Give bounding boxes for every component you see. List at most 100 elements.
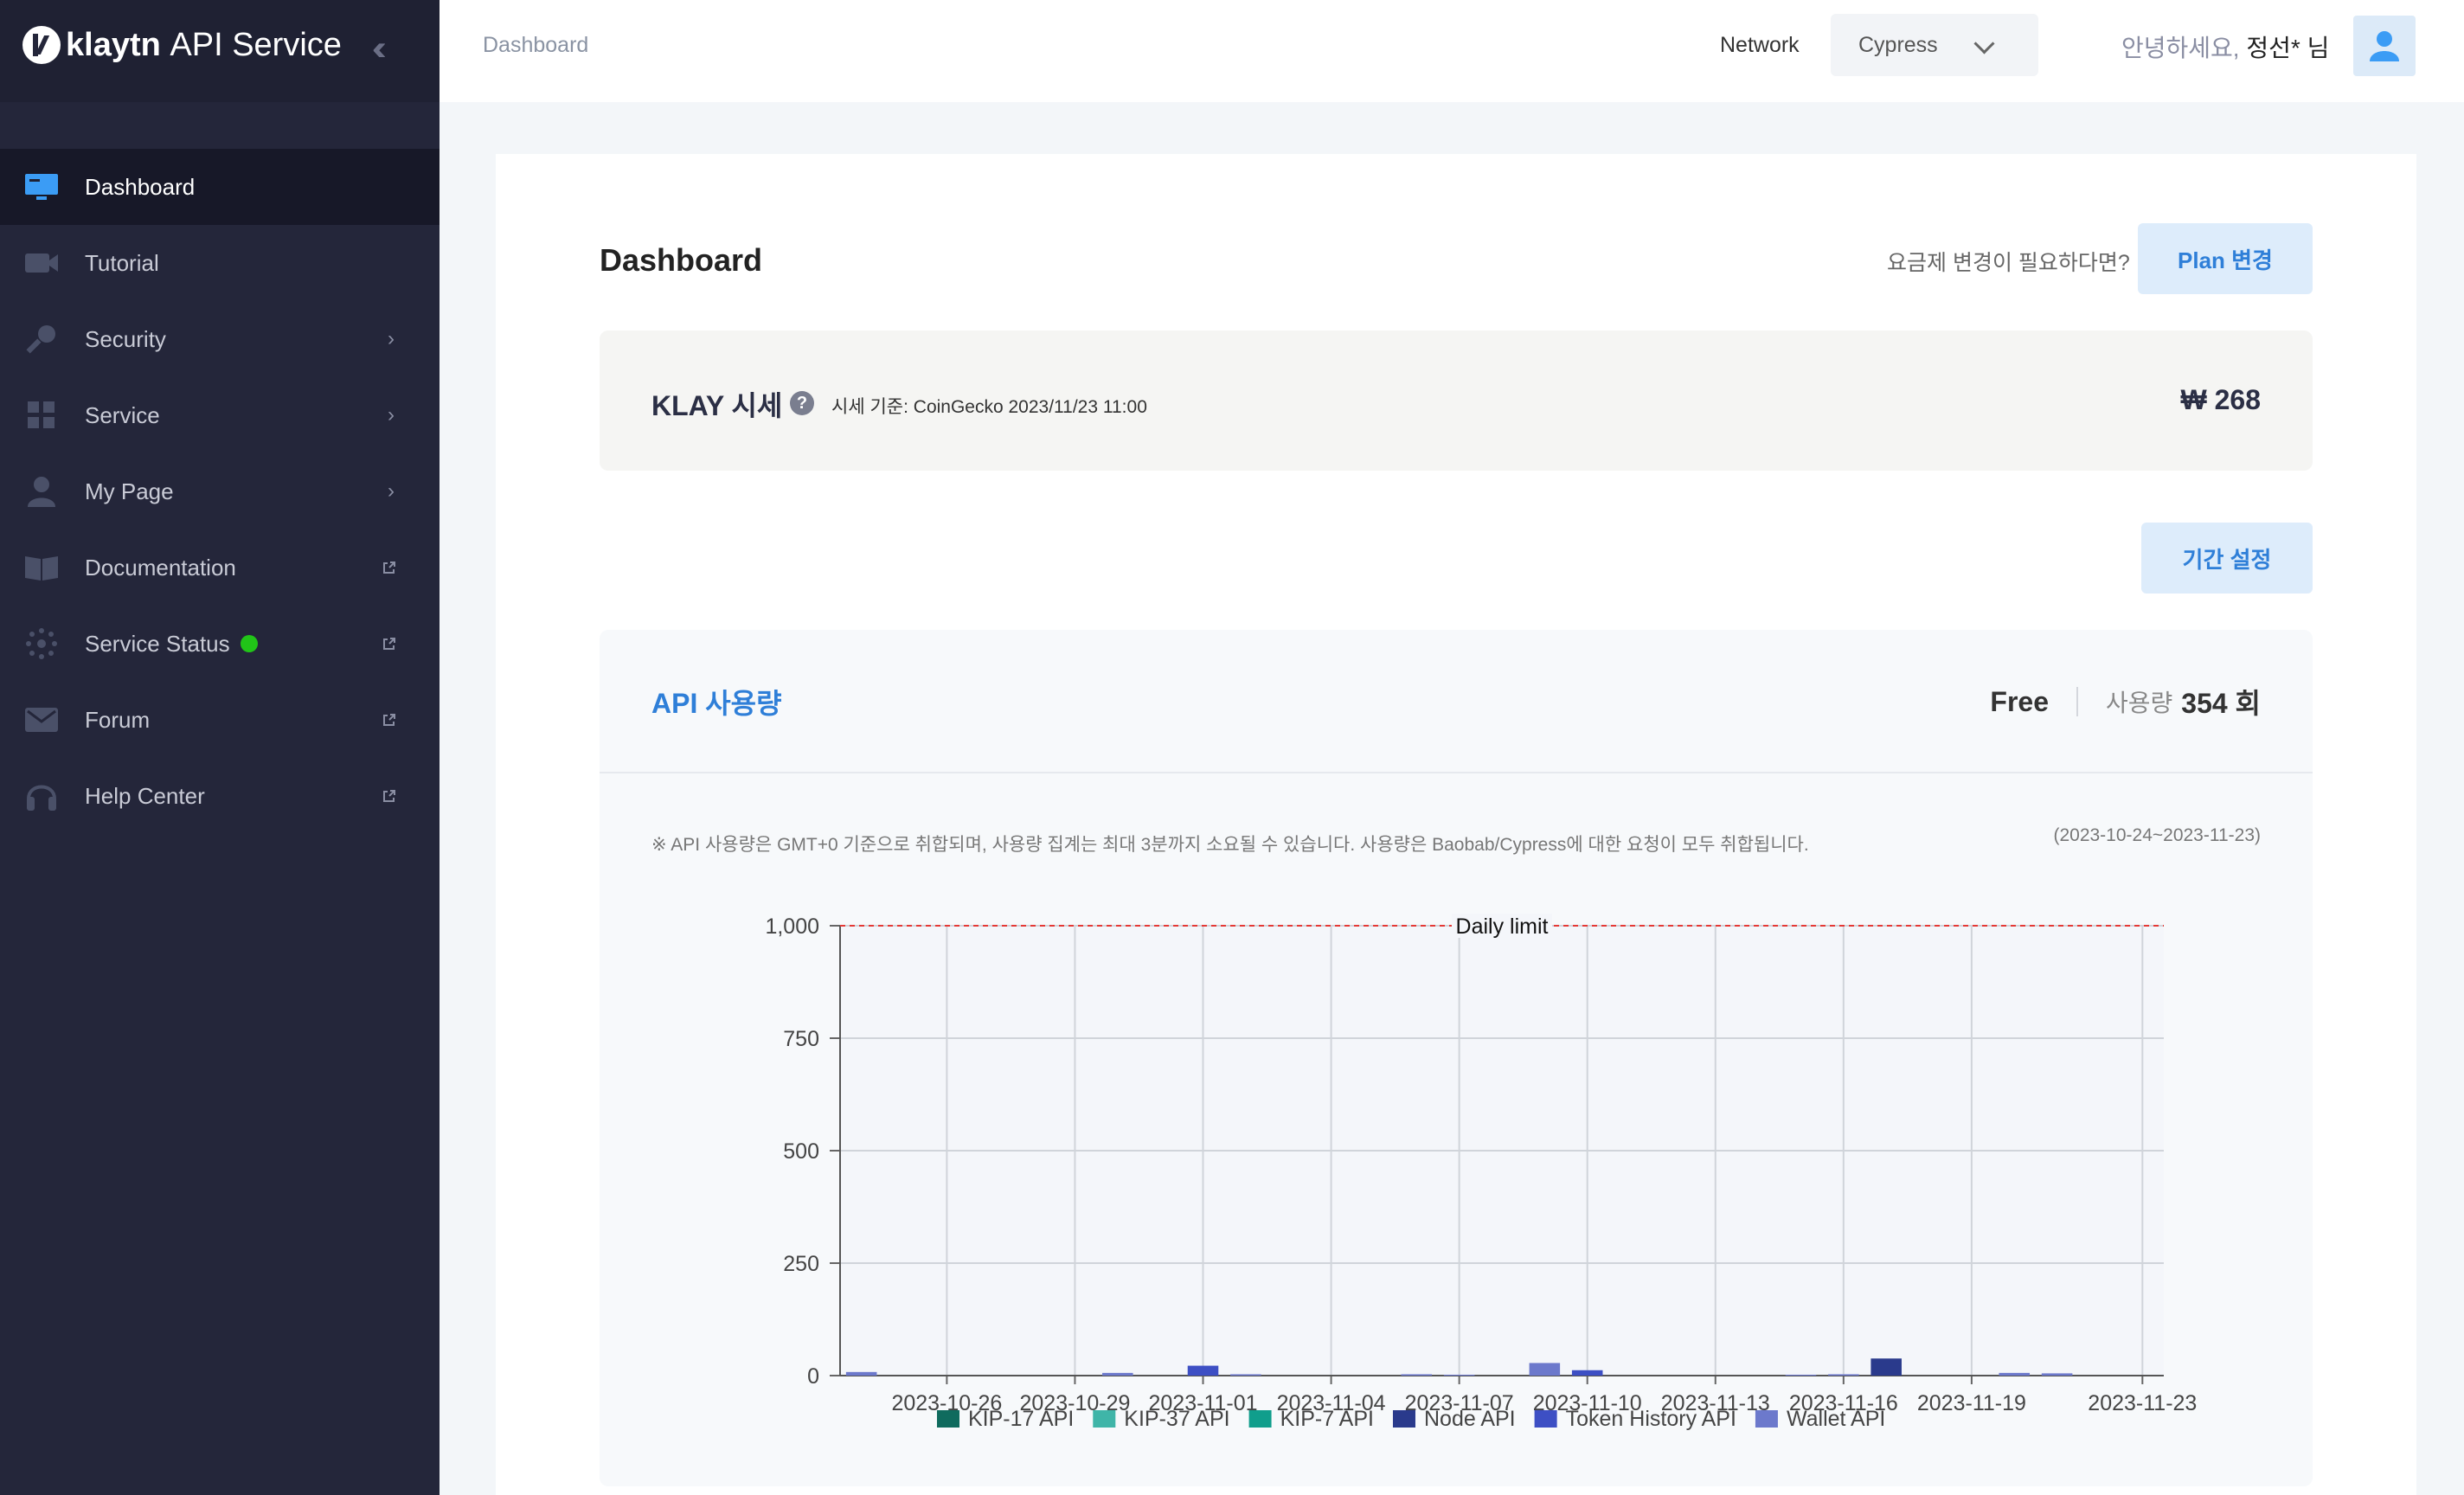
bar — [1187, 1365, 1219, 1376]
sidebar: klaytn API Service ‹‹ Dashboard Tutorial… — [0, 0, 440, 1495]
usage-count-label: 사용량 — [2105, 690, 2173, 716]
sidebar-item-label: Forum — [85, 706, 151, 733]
help-icon[interactable]: ? — [790, 391, 814, 415]
status-indicator-dot — [240, 635, 258, 652]
grid-icon — [24, 398, 59, 433]
usage-chart: 02505007501,0002023-10-26 2023-10-29 2023-… — [765, 914, 2197, 1431]
logo-text: klaytn — [66, 26, 161, 63]
sidebar-item-help-center[interactable]: Help Center — [0, 758, 440, 834]
sidebar-item-forum[interactable]: Forum — [0, 682, 440, 758]
legend-swatch — [1755, 1410, 1778, 1428]
logo[interactable]: klaytn API Service — [22, 26, 342, 64]
chevron-right-icon: › — [388, 403, 395, 427]
greeting-text: 안녕하세요, — [2121, 35, 2240, 61]
usage-title: API 사용량 — [651, 688, 782, 719]
sidebar-item-dashboard[interactable]: Dashboard — [0, 149, 440, 225]
top-header: Dashboard Network Cypress 안녕하세요, 정선* 님 — [440, 0, 2464, 102]
chevron-right-icon: › — [388, 327, 395, 350]
bar — [1230, 1374, 1261, 1376]
external-link-icon — [383, 561, 395, 574]
legend-swatch — [937, 1410, 959, 1428]
legend-label: Node API — [1424, 1407, 1516, 1431]
sidebar-item-service-status[interactable]: Service Status — [0, 606, 440, 682]
bar — [1571, 1370, 1603, 1376]
usage-date-range: (2023-10-24~2023-11-23) — [2053, 825, 2261, 845]
logo-suffix: API Service — [170, 26, 342, 63]
price-title: KLAY 시세 — [651, 390, 783, 421]
bar — [1785, 1374, 1817, 1376]
sidebar-item-label: Help Center — [85, 782, 205, 809]
key-icon — [24, 322, 59, 356]
network-label: Network — [1720, 33, 1800, 57]
external-link-icon — [383, 714, 395, 726]
forum-icon — [24, 703, 59, 737]
network-selected-value: Cypress — [1858, 32, 1938, 57]
headset-icon — [24, 779, 59, 813]
bar — [1401, 1374, 1433, 1376]
video-icon — [24, 246, 59, 280]
network-select[interactable]: Cypress — [1831, 14, 2038, 76]
sidebar-item-security[interactable]: Security › — [0, 301, 440, 377]
legend-label: KIP-17 API — [968, 1407, 1074, 1431]
klaytn-logo-icon — [22, 26, 61, 64]
y-tick-label: 250 — [783, 1252, 819, 1276]
api-usage-panel: API 사용량 Free 사용량 354 회 ※ API 사용량은 GMT+0 … — [600, 630, 2313, 1486]
legend-label: KIP-37 API — [1124, 1407, 1229, 1431]
price-source: 시세 기준: CoinGecko 2023/11/23 11:00 — [831, 397, 1147, 417]
sidebar-item-tutorial[interactable]: Tutorial — [0, 225, 440, 301]
breadcrumb[interactable]: Dashboard — [483, 33, 588, 58]
page-title: Dashboard — [600, 242, 763, 278]
sidebar-item-label: Service — [85, 401, 160, 428]
bar — [1870, 1358, 1902, 1376]
y-tick-label: 1,000 — [765, 914, 819, 939]
sidebar-item-label: Tutorial — [85, 249, 159, 276]
legend-label: Token History API — [1566, 1407, 1736, 1431]
sidebar-item-label: My Page — [85, 478, 174, 504]
user-name: 정선* 님 — [2246, 35, 2330, 61]
x-tick-label: 2023-11-19 — [1917, 1391, 2026, 1415]
chevron-down-icon — [1973, 33, 1995, 55]
user-greeting: 안녕하세요, 정선* 님 — [2121, 29, 2329, 64]
dashboard-card: Dashboard 요금제 변경이 필요하다면? Plan 변경 KLAY 시세… — [496, 154, 2416, 1495]
legend-label: Wallet API — [1787, 1407, 1885, 1431]
legend-swatch — [1248, 1410, 1272, 1428]
sidebar-item-documentation[interactable]: Documentation — [0, 529, 440, 606]
sidebar-item-label: Dashboard — [85, 173, 196, 200]
y-tick-label: 500 — [783, 1139, 819, 1164]
bar — [1828, 1374, 1859, 1376]
bar — [1102, 1372, 1133, 1376]
bar — [1529, 1363, 1561, 1376]
price-value: ₩ 268 — [2180, 384, 2261, 415]
chevron-right-icon: › — [388, 479, 395, 503]
avatar[interactable] — [2353, 16, 2416, 76]
legend-label: KIP-7 API — [1280, 1407, 1374, 1431]
user-icon — [24, 474, 59, 509]
bar — [1443, 1374, 1475, 1376]
legend-swatch — [1534, 1410, 1557, 1428]
book-icon — [24, 550, 59, 585]
klay-price-panel: KLAY 시세 ? 시세 기준: CoinGecko 2023/11/23 11… — [600, 330, 2313, 471]
sidebar-nav: Dashboard Tutorial Security › Service › — [0, 149, 440, 834]
sidebar-item-label: Documentation — [85, 554, 236, 581]
usage-header: API 사용량 Free 사용량 354 회 — [600, 630, 2313, 773]
sidebar-item-service[interactable]: Service › — [0, 377, 440, 453]
plan-name: Free — [1990, 685, 2049, 717]
bar — [1999, 1372, 2031, 1376]
period-setting-button[interactable]: 기간 설정 — [2141, 523, 2313, 594]
plan-change-prompt: 요금제 변경이 필요하다면? — [1887, 251, 2130, 275]
bar — [2041, 1373, 2073, 1376]
collapse-sidebar-icon[interactable]: ‹‹ — [372, 29, 386, 68]
sidebar-item-my-page[interactable]: My Page › — [0, 453, 440, 529]
external-link-icon — [383, 638, 395, 650]
legend-swatch — [1392, 1410, 1415, 1428]
sidebar-item-label: Security — [85, 325, 166, 352]
monitor-icon — [24, 170, 59, 204]
sidebar-item-label: Service Status — [85, 630, 230, 657]
user-avatar-icon — [2370, 31, 2399, 61]
y-tick-label: 750 — [783, 1027, 819, 1051]
sidebar-header: klaytn API Service ‹‹ — [0, 0, 440, 102]
usage-summary: Free 사용량 354 회 — [1990, 682, 2261, 722]
divider — [2076, 687, 2078, 716]
plan-change-button[interactable]: Plan 변경 — [2138, 223, 2313, 294]
usage-count-value: 354 회 — [2181, 688, 2261, 719]
